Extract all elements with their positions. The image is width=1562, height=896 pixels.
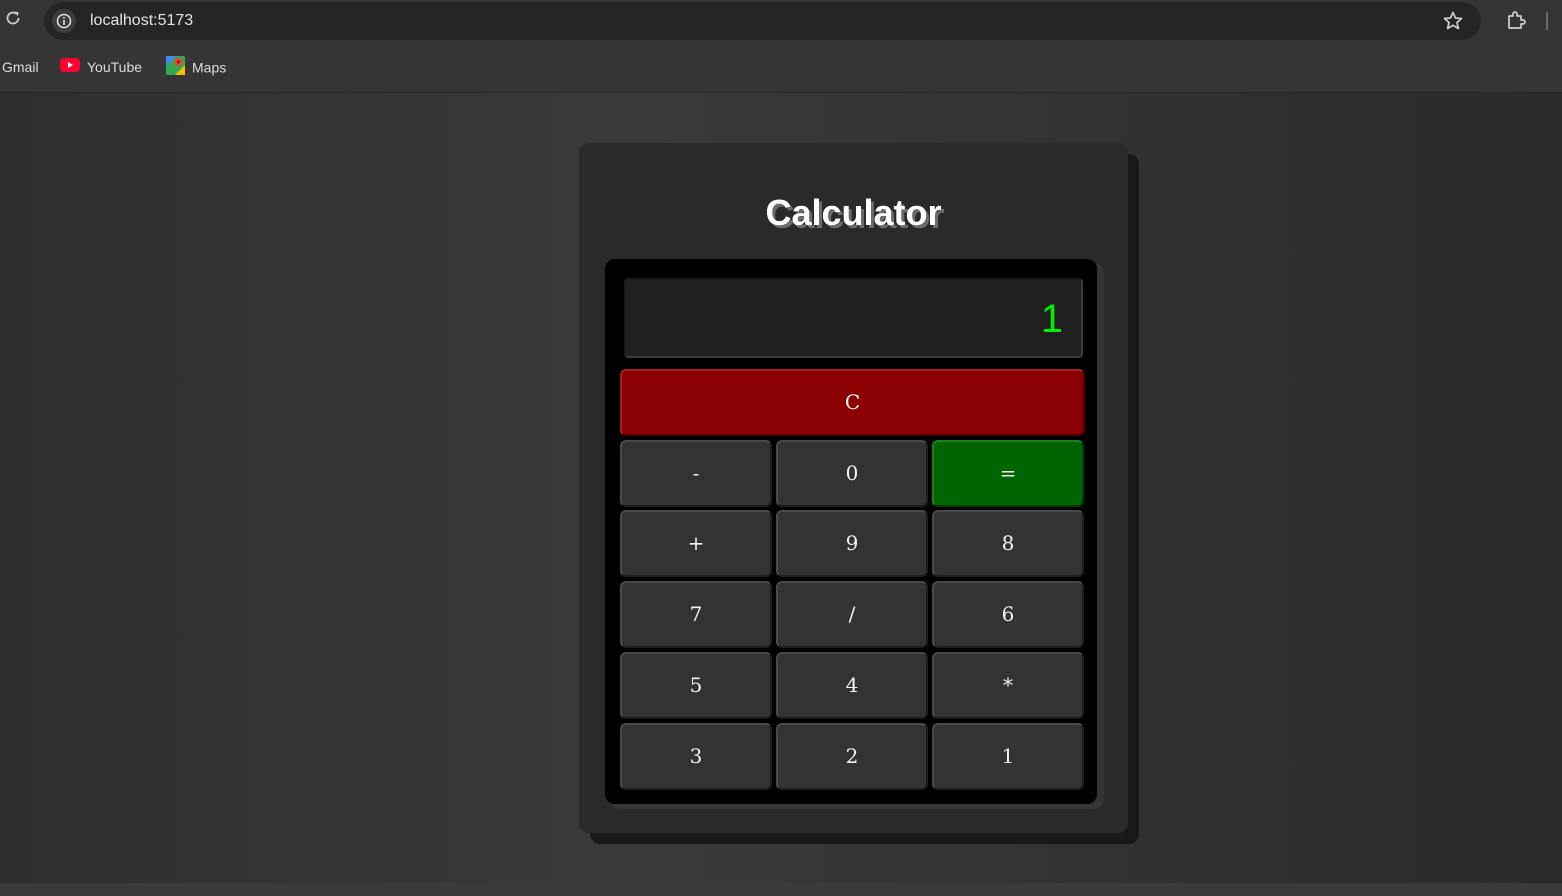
bookmark-label: Maps [192, 59, 227, 76]
display-value: 1 [1040, 297, 1063, 341]
one-button[interactable]: 1 [932, 723, 1084, 790]
eight-button[interactable]: 8 [932, 510, 1084, 577]
three-button[interactable]: 3 [620, 723, 772, 790]
bookmark-label: YouTube [87, 59, 143, 75]
multiply-button[interactable]: * [932, 652, 1084, 719]
reload-icon[interactable] [2, 9, 24, 31]
two-button[interactable]: 2 [776, 723, 928, 790]
four-button[interactable]: 4 [776, 652, 928, 719]
toolbar-divider [1546, 12, 1548, 30]
bookmark-maps[interactable]: Maps [166, 56, 227, 80]
url-text[interactable]: localhost:5173 [90, 11, 193, 31]
plus-button[interactable]: + [620, 510, 772, 577]
zero-button[interactable]: 0 [776, 440, 928, 507]
calculator-title: Calculator [765, 192, 942, 233]
youtube-icon [60, 57, 80, 77]
six-button[interactable]: 6 [932, 581, 1084, 648]
address-bar[interactable]: localhost:5173 [44, 2, 1481, 40]
seven-button[interactable]: 7 [620, 581, 772, 648]
bookmark-youtube[interactable]: YouTube [60, 57, 142, 77]
extensions-icon[interactable] [1504, 9, 1528, 33]
bookmark-star-icon[interactable] [1441, 9, 1465, 33]
maps-icon [166, 56, 185, 80]
minus-button[interactable]: - [620, 440, 772, 507]
site-info-icon[interactable] [52, 9, 76, 33]
equals-button[interactable]: = [932, 440, 1084, 507]
bookmark-label: Gmail [2, 59, 39, 75]
bookmark-gmail[interactable]: Gmail [2, 57, 39, 77]
five-button[interactable]: 5 [620, 652, 772, 719]
bookmarks-bar: Gmail YouTube Maps [0, 42, 1562, 93]
calculator-display: 1 [624, 278, 1083, 358]
divide-button[interactable]: / [776, 581, 928, 648]
calculator: Calculator 1 C - 0 = + 9 8 7 / 6 5 4 * 3… [579, 143, 1128, 833]
clear-button[interactable]: C [620, 369, 1085, 436]
browser-toolbar: localhost:5173 [0, 0, 1562, 42]
nine-button[interactable]: 9 [776, 510, 928, 577]
page-bottom-strip [0, 883, 1562, 896]
